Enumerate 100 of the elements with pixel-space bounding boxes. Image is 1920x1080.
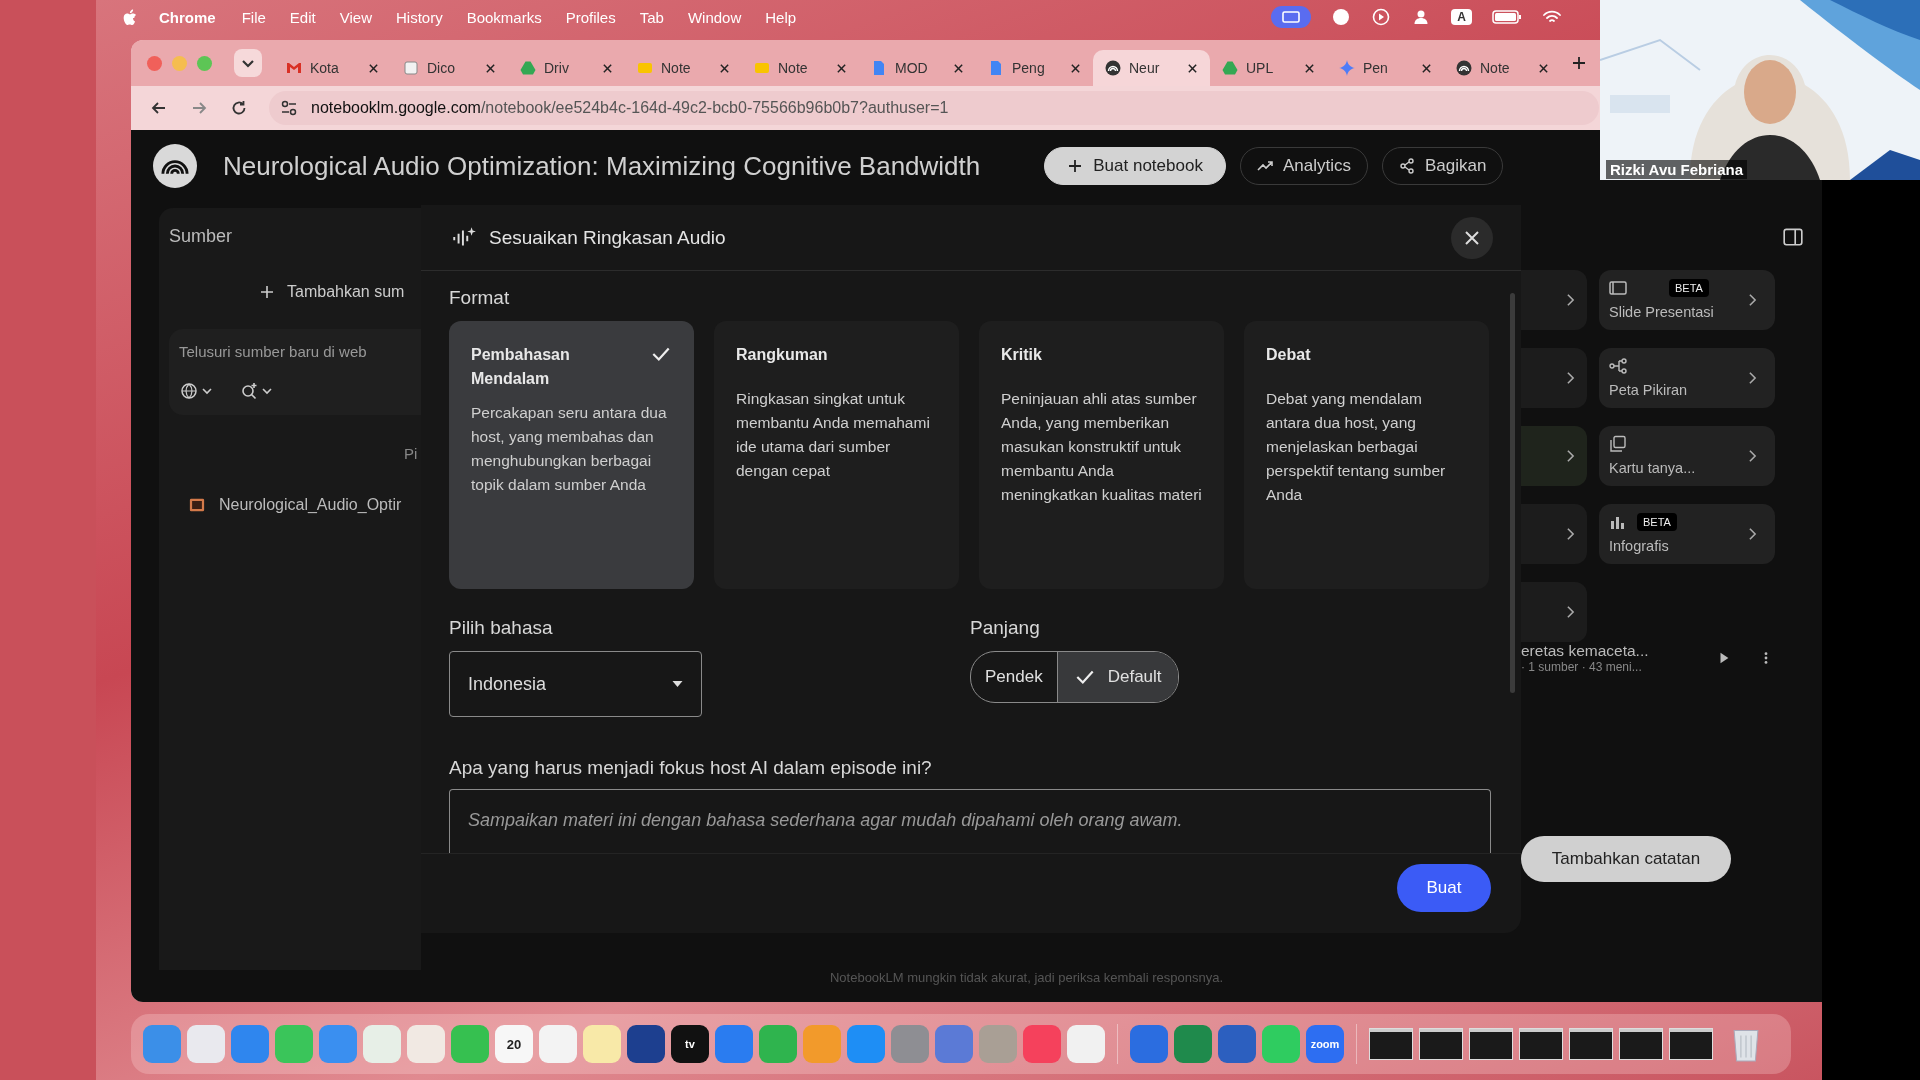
globe-dropdown-icon[interactable] <box>179 381 215 401</box>
chevron-icon <box>1566 293 1575 307</box>
input-source-indicator[interactable]: A <box>1451 9 1472 25</box>
battery-icon[interactable] <box>1492 9 1522 25</box>
panel-title: Sumber <box>169 226 234 247</box>
source-item[interactable]: Neurological_Audio_Optir <box>189 496 421 514</box>
participant-name: Rizki Avu Febriana <box>1606 160 1748 179</box>
format-description: Peninjauan ahli atas sumber Anda, yang memberikan masukan konstruktif untuk membantu Anda meningkatkan kualitas materi <box>1001 389 1202 505</box>
close-tab-icon[interactable] <box>1070 62 1081 74</box>
studio-tile[interactable] <box>1521 270 1587 330</box>
site-settings-icon[interactable] <box>279 98 299 118</box>
notebook-logo-icon[interactable] <box>153 144 197 188</box>
studio-tile[interactable] <box>1521 582 1587 642</box>
length-option[interactable]: Default <box>1056 652 1178 702</box>
screen-share-icon[interactable] <box>1271 6 1312 28</box>
web-search-box[interactable]: Telusuri sumber baru di web <box>169 329 421 415</box>
browser-tab[interactable]: UPL <box>1210 50 1327 86</box>
app-icon[interactable]: 20 <box>495 1025 533 1063</box>
search-spark-dropdown-icon[interactable] <box>239 381 275 401</box>
format-title: Rangkuman <box>736 345 829 365</box>
address-bar[interactable]: notebooklm.google.com/notebook/ee524b4c-164d-49c2-bcb0-75566b96b0b7?authuser=1 <box>269 91 1599 125</box>
window-thumbnail[interactable] <box>1669 1028 1713 1060</box>
browser-tab[interactable]: Driv <box>508 50 625 86</box>
format-card[interactable]: Kritik Peninjauan ahli atas sumber Anda, yang memberikan masukan konstruktif untuk membantu Anda meningkatkan kualitas materi <box>979 321 1224 589</box>
studio-card[interactable]: BETA Infografis <box>1599 504 1775 564</box>
length-option[interactable]: Pendek <box>971 652 1057 702</box>
format-card[interactable]: Pembahasan Mendalam Percakapan seru antara dua host, yang membahas dan menghubungkan berbagai topik dalam sumber Anda <box>449 321 694 589</box>
section-label: Format <box>449 287 511 309</box>
browser-tab[interactable]: Note <box>742 50 859 86</box>
slides-icon <box>1609 279 1627 297</box>
studio-card[interactable]: Peta Pikiran <box>1599 348 1775 408</box>
browser-tab[interactable]: Peng <box>976 50 1093 86</box>
studio-tile[interactable] <box>1521 426 1587 486</box>
close-tab-icon[interactable] <box>602 62 613 74</box>
browser-tab[interactable]: Pen <box>1327 50 1444 86</box>
cards-icon <box>1609 435 1627 453</box>
chevron-icon <box>1748 293 1757 307</box>
format-card[interactable]: Rangkuman Ringkasan singkat untuk membantu Anda memahami ide utama dari sumber dengan cepat <box>714 321 959 589</box>
close-tab-icon[interactable] <box>719 62 730 74</box>
browser-tab[interactable]: MOD <box>859 50 976 86</box>
app-icon[interactable] <box>1218 1025 1256 1063</box>
document-icon <box>871 60 887 76</box>
section-label: Apa yang harus menjadi fokus host AI dalam episode ini? <box>449 757 933 779</box>
beta-badge: BETA <box>1669 279 1709 297</box>
menu-item[interactable]: Tab <box>639 8 664 26</box>
chevron-icon <box>1748 527 1757 541</box>
format-card[interactable]: Debat Debat yang mendalam antara dua host, yang menjelaskan berbagai perspektif tentang sumber Anda <box>1244 321 1489 589</box>
status-circle-icon[interactable] <box>1331 7 1352 27</box>
add-source-button[interactable]: Tambahkan sum <box>259 283 421 301</box>
browser-tab[interactable]: Note <box>1444 50 1561 86</box>
triangle-icon <box>520 60 536 76</box>
close-tab-icon[interactable] <box>1304 62 1315 74</box>
browser-tab[interactable]: Kota <box>274 50 391 86</box>
window-thumbnail[interactable] <box>1369 1028 1413 1060</box>
url-text: notebooklm.google.com/notebook/ee524b4c-164d-49c2-bcb0-75566b96b0b7?authuser=1 <box>311 99 949 117</box>
focus-input-field[interactable]: Sampaikan materi ini dengan bahasa sederhana agar mudah dipahami oleh orang awam. <box>449 789 1491 853</box>
notebook-title[interactable]: Neurological Audio Optimization: Maximizing Cognitive Bandwidth <box>223 150 981 182</box>
panel-toggle-icon[interactable] <box>1782 226 1804 248</box>
add-note-button[interactable]: Tambahkan catatan <box>1521 836 1731 882</box>
app-icon[interactable] <box>627 1025 665 1063</box>
app-icon[interactable] <box>1067 1025 1105 1063</box>
app-icon[interactable]: tv <box>671 1025 709 1063</box>
apple-icon[interactable] <box>122 8 137 26</box>
menu-item[interactable]: Window <box>687 8 742 26</box>
section-label: Pilih bahasa <box>449 617 554 639</box>
close-tab-icon[interactable] <box>368 62 379 74</box>
window-thumbnail[interactable] <box>1469 1028 1513 1060</box>
disclaimer-text: NotebookLM mungkin tidak akurat, jadi periksa kembali responsnya. <box>828 970 1225 987</box>
window-thumbnail[interactable] <box>1519 1028 1563 1060</box>
window-thumbnail[interactable] <box>1569 1028 1613 1060</box>
caret-icon <box>672 681 683 687</box>
browser-tab[interactable]: Note <box>625 50 742 86</box>
audio-overview-item[interactable]: eretas kemaceta... · 1 sumber · 43 meni... <box>1521 642 1822 674</box>
close-button[interactable] <box>1451 216 1493 259</box>
header-button[interactable]: Buat notebook <box>1044 147 1226 185</box>
close-tab-icon[interactable] <box>1538 62 1549 74</box>
sparkle-icon <box>1339 60 1355 76</box>
close-tab-icon[interactable] <box>953 62 964 74</box>
close-tab-icon[interactable] <box>1187 62 1198 74</box>
studio-tile[interactable] <box>1521 348 1587 408</box>
tab-list-icon[interactable] <box>234 49 262 77</box>
note-icon <box>637 60 653 76</box>
close-tab-icon[interactable] <box>485 62 496 74</box>
studio-card[interactable]: BETA Slide Presentasi <box>1599 270 1775 330</box>
app-icon[interactable]: zoom <box>1306 1025 1344 1063</box>
menu-item[interactable]: Help <box>765 8 797 26</box>
create-button[interactable]: Buat <box>1397 863 1491 912</box>
new-tab-icon[interactable] <box>1571 55 1587 71</box>
format-title: Debat <box>1266 345 1312 365</box>
close-tab-icon[interactable] <box>1421 62 1432 74</box>
language-select[interactable]: Indonesia <box>449 651 702 717</box>
close-tab-icon[interactable] <box>836 62 847 74</box>
studio-card[interactable]: Kartu tanya... <box>1599 426 1775 486</box>
document-icon <box>988 60 1004 76</box>
browser-tab[interactable]: Dico <box>391 50 508 86</box>
window-thumbnail[interactable] <box>1419 1028 1463 1060</box>
browser-tab[interactable]: Neur <box>1093 50 1210 86</box>
window-thumbnail[interactable] <box>1619 1028 1663 1060</box>
menu-item[interactable]: Profiles <box>565 8 616 26</box>
studio-tile[interactable] <box>1521 504 1587 564</box>
